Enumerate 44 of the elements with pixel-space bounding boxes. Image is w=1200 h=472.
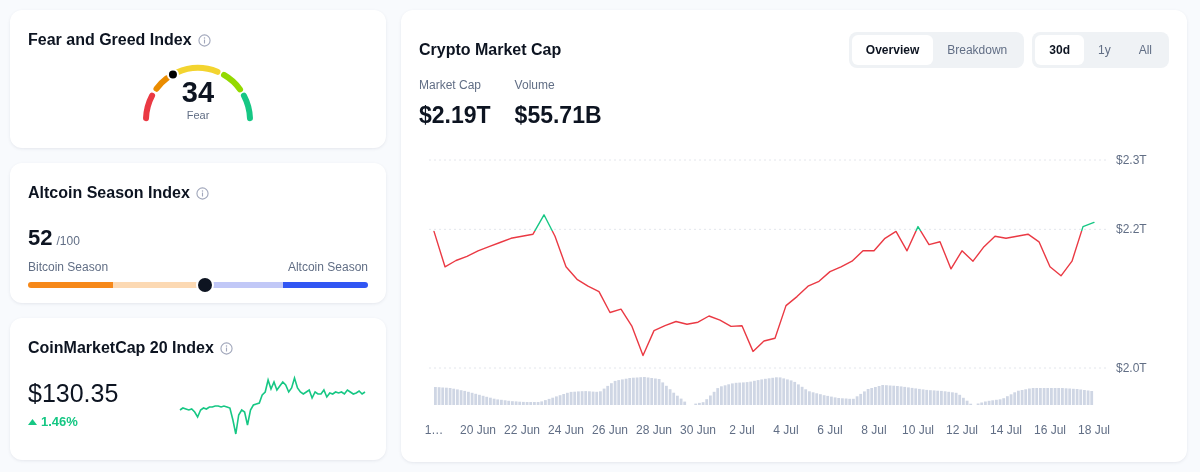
axis-label: 22 Jun: [504, 422, 540, 437]
axis-label: 10 Jul: [902, 422, 934, 437]
axis-label: 24 Jun: [548, 422, 584, 437]
axis-label: 4 Jul: [773, 422, 799, 437]
index-value: 34: [181, 78, 215, 107]
tab[interactable]: All: [1124, 35, 1166, 65]
card-title: CoinMarketCap 20 Index: [28, 338, 214, 358]
info-icon[interactable]: [197, 33, 211, 47]
axis-label: 26 Jun: [592, 422, 628, 437]
axis-label: $2.0T: [1116, 360, 1147, 375]
stat-value: $2.19T: [419, 101, 491, 130]
info-icon[interactable]: [219, 341, 233, 355]
index-price: $130.35: [28, 377, 120, 409]
change-value: 1.46%: [41, 413, 78, 431]
axis-label: 16 Jul: [1034, 422, 1066, 437]
axis-label: 2 Jul: [729, 422, 755, 437]
tab[interactable]: Breakdown: [933, 35, 1022, 65]
info-icon[interactable]: [195, 186, 209, 200]
axis-label: 14 Jul: [990, 422, 1022, 437]
tab[interactable]: 30d: [1035, 35, 1084, 65]
stat-label: Volume: [514, 77, 556, 94]
axis-label: 20 Jun: [460, 422, 496, 437]
axis-label: 28 Jun: [636, 422, 672, 437]
axis-label: $2.2T: [1116, 221, 1147, 236]
scale-label: Altcoin Season: [287, 259, 368, 276]
gauge-pointer: [166, 68, 179, 81]
axis-label: $2.3T: [1116, 152, 1147, 167]
index-max: /100: [56, 233, 80, 250]
axis-label: 30 Jun: [680, 422, 716, 437]
card-title: Altcoin Season Index: [28, 183, 190, 203]
axis-label: 12 Jul: [946, 422, 978, 437]
tab[interactable]: 1y: [1083, 35, 1125, 65]
stat-value: $55.71B: [514, 101, 602, 130]
axis-label: 8 Jul: [861, 422, 887, 437]
card-title: Fear and Greed Index: [28, 30, 192, 50]
sentiment-label: Fear: [186, 110, 210, 121]
axis-label: 1…: [424, 422, 444, 437]
tab[interactable]: Overview: [851, 35, 934, 65]
card-title: Crypto Market Cap: [419, 40, 562, 60]
stat-label: Market Cap: [419, 77, 483, 94]
axis-label: 6 Jul: [817, 422, 843, 437]
index-value: 52: [28, 224, 53, 252]
scale-label: Bitcoin Season: [28, 259, 109, 276]
axis-label: 18 Jul: [1078, 422, 1110, 437]
